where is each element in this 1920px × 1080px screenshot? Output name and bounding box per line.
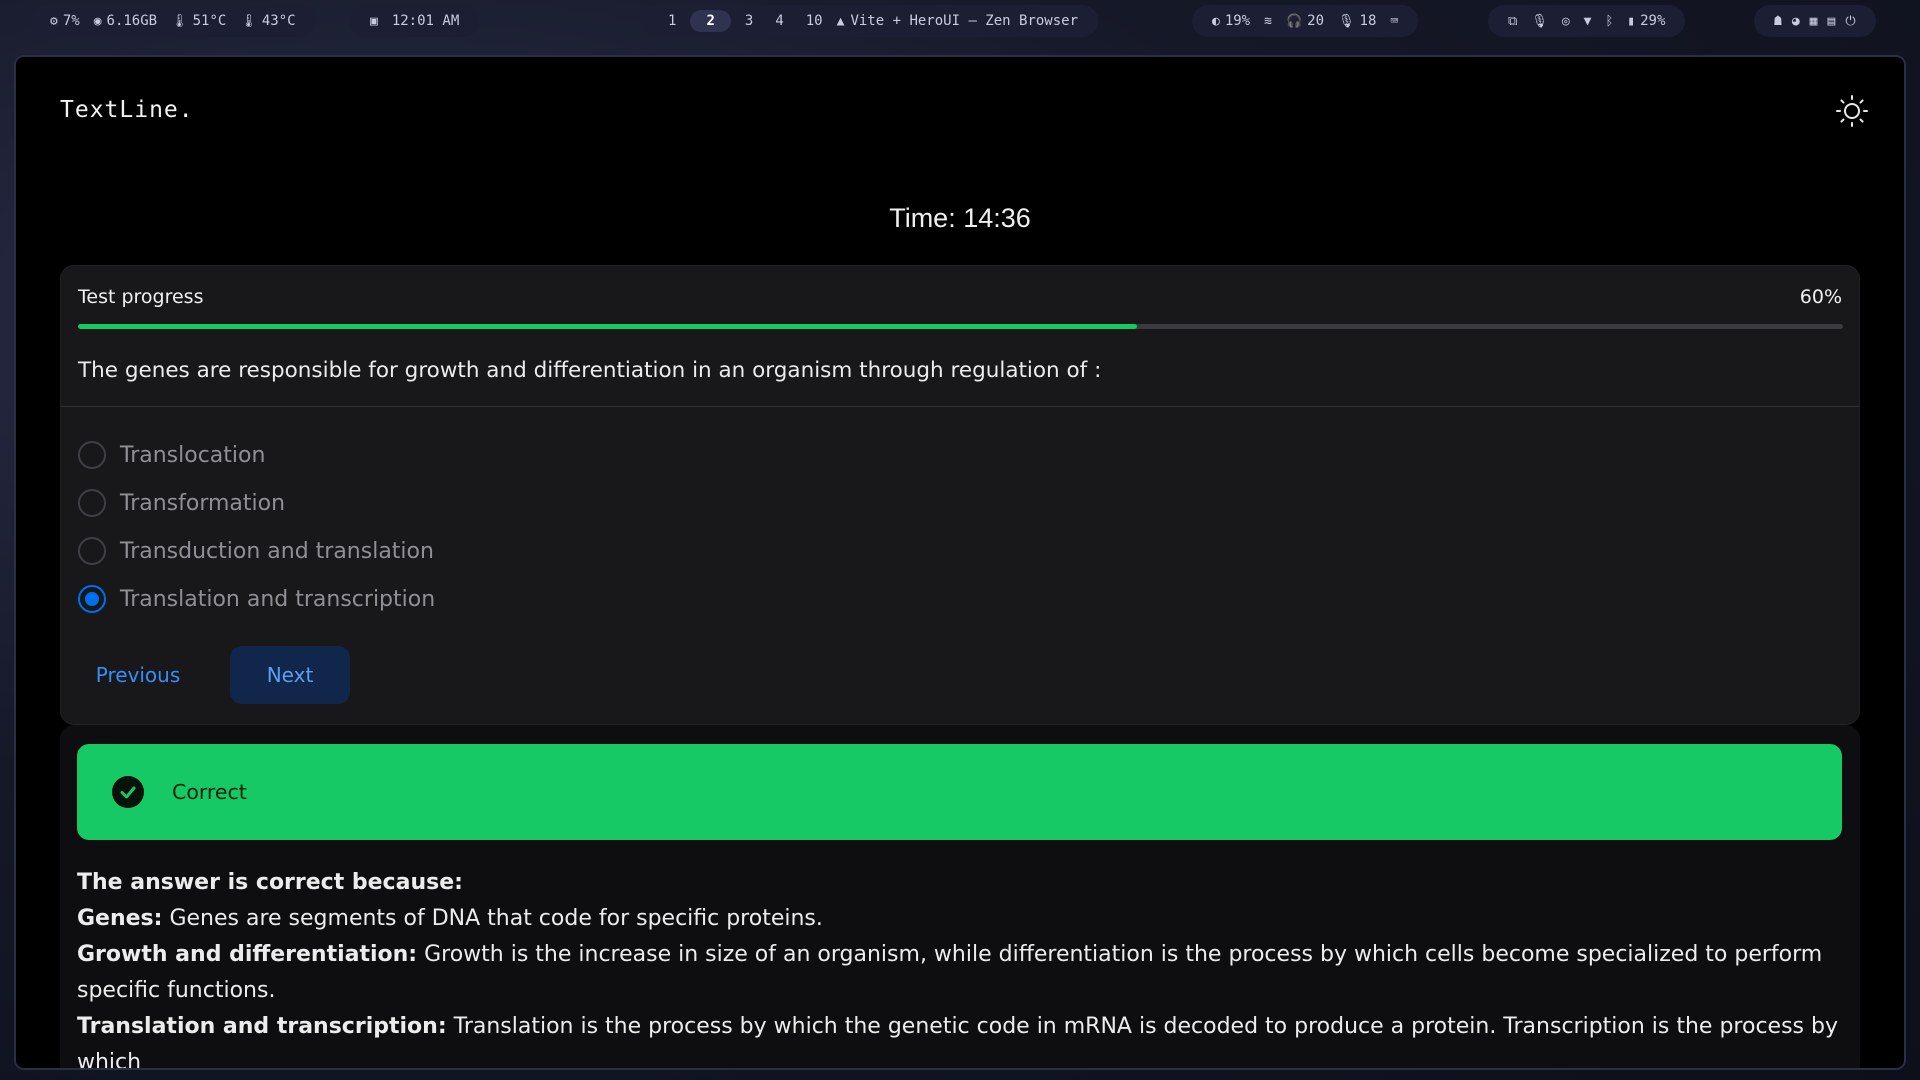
explanation-term: Translation and transcription: bbox=[77, 1014, 447, 1039]
power-menu: ☗ ◕ ▦ ▤ ⏻ bbox=[1754, 5, 1876, 37]
window-title: Vite + HeroUI — Zen Browser bbox=[850, 13, 1079, 29]
mic-level[interactable]: 18 bbox=[1360, 13, 1377, 29]
timer: Time: 14:36 bbox=[889, 203, 1031, 233]
option-translocation[interactable]: Translocation bbox=[78, 431, 435, 479]
media-controls: ◐ 19% ≋ 🎧 20 🎙 18 ⌨ bbox=[1192, 5, 1419, 37]
question-text: The genes are responsible for growth and… bbox=[78, 358, 1102, 383]
app-logo[interactable]: TextLine. bbox=[60, 97, 194, 123]
bluetooth-icon[interactable]: ᛒ bbox=[1605, 14, 1613, 29]
explanation-text: Genes are segments of DNA that code for … bbox=[162, 906, 823, 931]
explanation-item: Translation and transcription: Translati… bbox=[77, 1009, 1842, 1068]
brightness-level[interactable]: 19% bbox=[1225, 13, 1250, 29]
explanation-heading: The answer is correct because: bbox=[77, 870, 463, 895]
battery-icon: ▮ bbox=[1627, 13, 1636, 29]
radio-button-selected[interactable] bbox=[78, 585, 106, 613]
option-label: Transduction and translation bbox=[120, 538, 434, 564]
radio-button[interactable] bbox=[78, 537, 106, 565]
question-card: Test progress 60% The genes are responsi… bbox=[60, 265, 1860, 725]
explanation-item: Growth and differentiation: Growth is th… bbox=[77, 937, 1842, 1009]
screenshot-icon[interactable]: ⧉ bbox=[1508, 14, 1517, 29]
option-label: Translocation bbox=[120, 442, 266, 468]
option-transformation[interactable]: Transformation bbox=[78, 479, 435, 527]
workspace-2[interactable]: 2 bbox=[690, 10, 731, 32]
microphone-icon[interactable]: 🎙 bbox=[1531, 14, 1548, 29]
result-panel: Correct The answer is correct because: G… bbox=[60, 725, 1860, 1068]
radio-button[interactable] bbox=[78, 489, 106, 517]
progress-track bbox=[78, 324, 1843, 329]
memory-icon: ◉ bbox=[93, 13, 102, 29]
workspace-4[interactable]: 4 bbox=[767, 13, 791, 29]
radio-dot bbox=[85, 592, 99, 606]
calendar-icon: ▣ bbox=[370, 13, 378, 29]
theme-toggle-button[interactable] bbox=[1832, 93, 1872, 133]
next-button[interactable]: Next bbox=[230, 646, 350, 704]
radio-button[interactable] bbox=[78, 441, 106, 469]
chrome-icon[interactable]: ◎ bbox=[1562, 14, 1570, 29]
app-root: TextLine. Time: 14:36 Test progress 60% … bbox=[16, 57, 1904, 1068]
memory-usage: 6.16GB bbox=[106, 13, 158, 29]
progress-fill bbox=[78, 324, 1137, 329]
cpu-icon: ⚙ bbox=[50, 13, 58, 29]
clock-widget[interactable]: ▣ 12:01 AM bbox=[350, 5, 480, 37]
wifi-icon[interactable]: ≋ bbox=[1264, 14, 1272, 29]
keyboard-icon[interactable]: ⌨ bbox=[1390, 14, 1398, 29]
microphone-icon: 🎙 bbox=[1338, 13, 1355, 29]
thermometer-icon: 🌡 bbox=[240, 13, 257, 29]
brightness-icon: ◐ bbox=[1212, 13, 1220, 29]
clock: 12:01 AM bbox=[391, 13, 460, 29]
answer-options: Translocation Transformation Transductio… bbox=[78, 431, 435, 623]
cpu-usage: 7% bbox=[62, 13, 80, 29]
workspace-1[interactable]: 1 bbox=[660, 13, 684, 29]
power-icon[interactable]: ⏻ bbox=[1845, 14, 1855, 29]
battery-level: 29% bbox=[1640, 13, 1666, 29]
palette-icon[interactable]: ◕ bbox=[1792, 14, 1800, 29]
tray: ⧉ 🎙 ◎ ▼ ᛒ ▮ 29% bbox=[1488, 5, 1686, 37]
volume-level[interactable]: 20 bbox=[1307, 13, 1324, 29]
gpu-temp: 43°C bbox=[261, 13, 296, 29]
workspace-3[interactable]: 3 bbox=[737, 13, 761, 29]
workspace-10[interactable]: 10 bbox=[798, 13, 831, 29]
check-circle-icon bbox=[112, 776, 144, 808]
explanation-term: Growth and differentiation: bbox=[77, 942, 418, 967]
option-transduction-and-translation[interactable]: Transduction and translation bbox=[78, 527, 435, 575]
workspace-bar: 1 2 3 4 10 ▲ Vite + HeroUI — Zen Browser bbox=[640, 5, 1099, 37]
result-label: Correct bbox=[172, 780, 247, 804]
result-alert: Correct bbox=[77, 744, 1842, 840]
option-label: Transformation bbox=[120, 490, 286, 516]
progress-label: Test progress bbox=[78, 286, 204, 308]
browser-window: TextLine. Time: 14:36 Test progress 60% … bbox=[14, 55, 1906, 1070]
explanation-term: Genes: bbox=[77, 906, 163, 931]
wifi-icon[interactable]: ▼ bbox=[1584, 14, 1592, 29]
explanation: The answer is correct because: Genes: Ge… bbox=[77, 865, 1842, 1068]
headphones-icon: 🎧 bbox=[1285, 13, 1303, 29]
explanation-item: Genes: Genes are segments of DNA that co… bbox=[77, 901, 1842, 937]
option-translation-and-transcription[interactable]: Translation and transcription bbox=[78, 575, 435, 623]
cpu-temp: 51°C bbox=[192, 13, 227, 29]
ghost-icon[interactable]: ☗ bbox=[1774, 14, 1782, 29]
system-topbar: ⚙ 7% ◉ 6.16GB 🌡 51°C 🌡 43°C ▣ 12:01 AM 1 2 3… bbox=[0, 0, 1920, 42]
layout-icon[interactable]: ▦ bbox=[1810, 14, 1818, 29]
thermometer-icon: 🌡 bbox=[171, 13, 188, 29]
divider bbox=[61, 406, 1859, 407]
app-logo-icon: ▲ bbox=[836, 13, 845, 29]
previous-button[interactable]: Previous bbox=[78, 646, 198, 704]
sun-icon bbox=[1835, 94, 1869, 132]
option-label: Translation and transcription bbox=[120, 586, 436, 612]
progress-value: 60% bbox=[1799, 286, 1842, 308]
system-stats: ⚙ 7% ◉ 6.16GB 🌡 51°C 🌡 43°C bbox=[30, 5, 316, 37]
clipboard-icon[interactable]: ▤ bbox=[1827, 14, 1835, 29]
